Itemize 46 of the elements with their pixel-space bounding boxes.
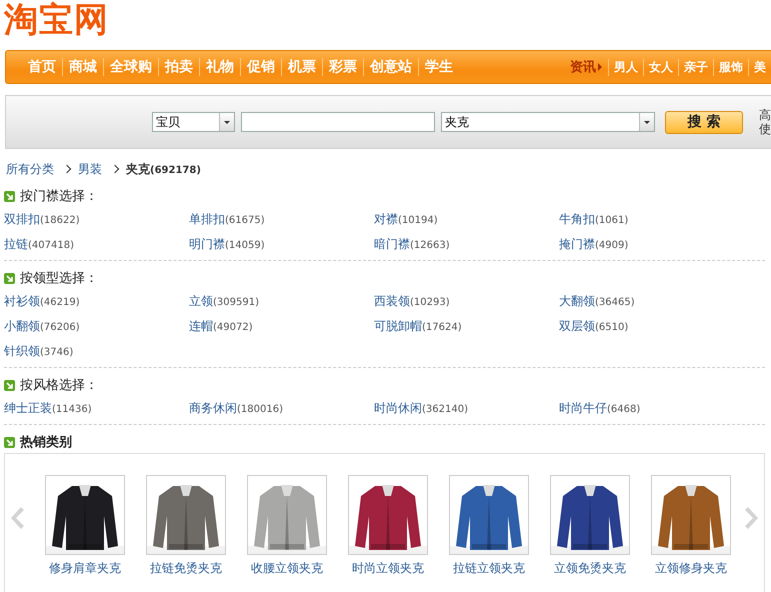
arrow-icon	[4, 380, 15, 390]
filter-option[interactable]: 商务休闲(180016)	[189, 400, 374, 417]
filter-option[interactable]: 拉链(407418)	[4, 236, 189, 253]
scope-select[interactable]: 宝贝	[152, 112, 235, 132]
filter-option[interactable]: 针织领(3746)	[4, 343, 189, 360]
arrow-icon	[4, 436, 15, 448]
side-link[interactable]: 使	[759, 122, 771, 136]
arrow-icon	[4, 190, 15, 202]
filter-option[interactable]: 掩门襟(4909)	[559, 236, 744, 253]
breadcrumb-item: 夹克(692178)	[126, 160, 201, 178]
filter-option[interactable]: 时尚休闲(362140)	[374, 400, 559, 417]
filter-option[interactable]: 西装领(10293)	[374, 293, 559, 310]
product-link[interactable]: 收腰立领夹克	[251, 560, 323, 577]
triangle-icon	[598, 63, 602, 71]
filter-option[interactable]: 明门襟(14059)	[189, 236, 374, 253]
filter-option[interactable]: 连帽(49072)	[189, 318, 374, 335]
side-link[interactable]: 高	[759, 108, 771, 122]
section-title: 热销类别	[20, 434, 72, 451]
product-link[interactable]: 拉链立领夹克	[453, 560, 525, 577]
product-link[interactable]: 时尚立领夹克	[352, 560, 424, 577]
category-select[interactable]: 夹克	[441, 112, 656, 132]
filter-option[interactable]: 单排扣(61675)	[189, 211, 374, 228]
breadcrumb-item[interactable]: 男装	[78, 160, 102, 178]
filter-option[interactable]: 小翻领(76206)	[4, 318, 189, 335]
arrow-icon	[4, 272, 15, 284]
filter-option[interactable]: 衬衫领(46219)	[4, 293, 189, 310]
filter-option[interactable]: 双层领(6510)	[559, 318, 744, 335]
filter-option[interactable]: 绅士正装(11436)	[4, 400, 189, 417]
filter-title: 按门襟选择：	[20, 188, 98, 205]
filter-option[interactable]: 时尚牛仔(6468)	[559, 400, 744, 417]
search-button[interactable]: 搜 索	[665, 110, 743, 134]
filter-option[interactable]: 双排扣(18622)	[4, 211, 189, 228]
filter-option[interactable]: 大翻领(36465)	[559, 293, 744, 310]
filter-title: 按风格选择：	[20, 377, 98, 394]
breadcrumb-item[interactable]: 所有分类	[6, 160, 54, 178]
filter-option[interactable]: 可脱卸帽(17624)	[374, 318, 559, 335]
product-link[interactable]: 拉链免烫夹克	[150, 560, 222, 577]
filter-option[interactable]: 立领(309591)	[189, 293, 374, 310]
product-link[interactable]: 立领修身夹克	[655, 560, 727, 577]
filter-option[interactable]: 暗门襟(12663)	[374, 236, 559, 253]
filter-option[interactable]: 对襟(10194)	[374, 211, 559, 228]
product-link[interactable]: 修身肩章夹克	[49, 560, 121, 577]
filter-option[interactable]: 牛角扣(1061)	[559, 211, 744, 228]
filter-title: 按领型选择：	[20, 270, 98, 287]
search-field[interactable]	[240, 112, 436, 132]
product-link[interactable]: 立领免烫夹克	[554, 560, 626, 577]
